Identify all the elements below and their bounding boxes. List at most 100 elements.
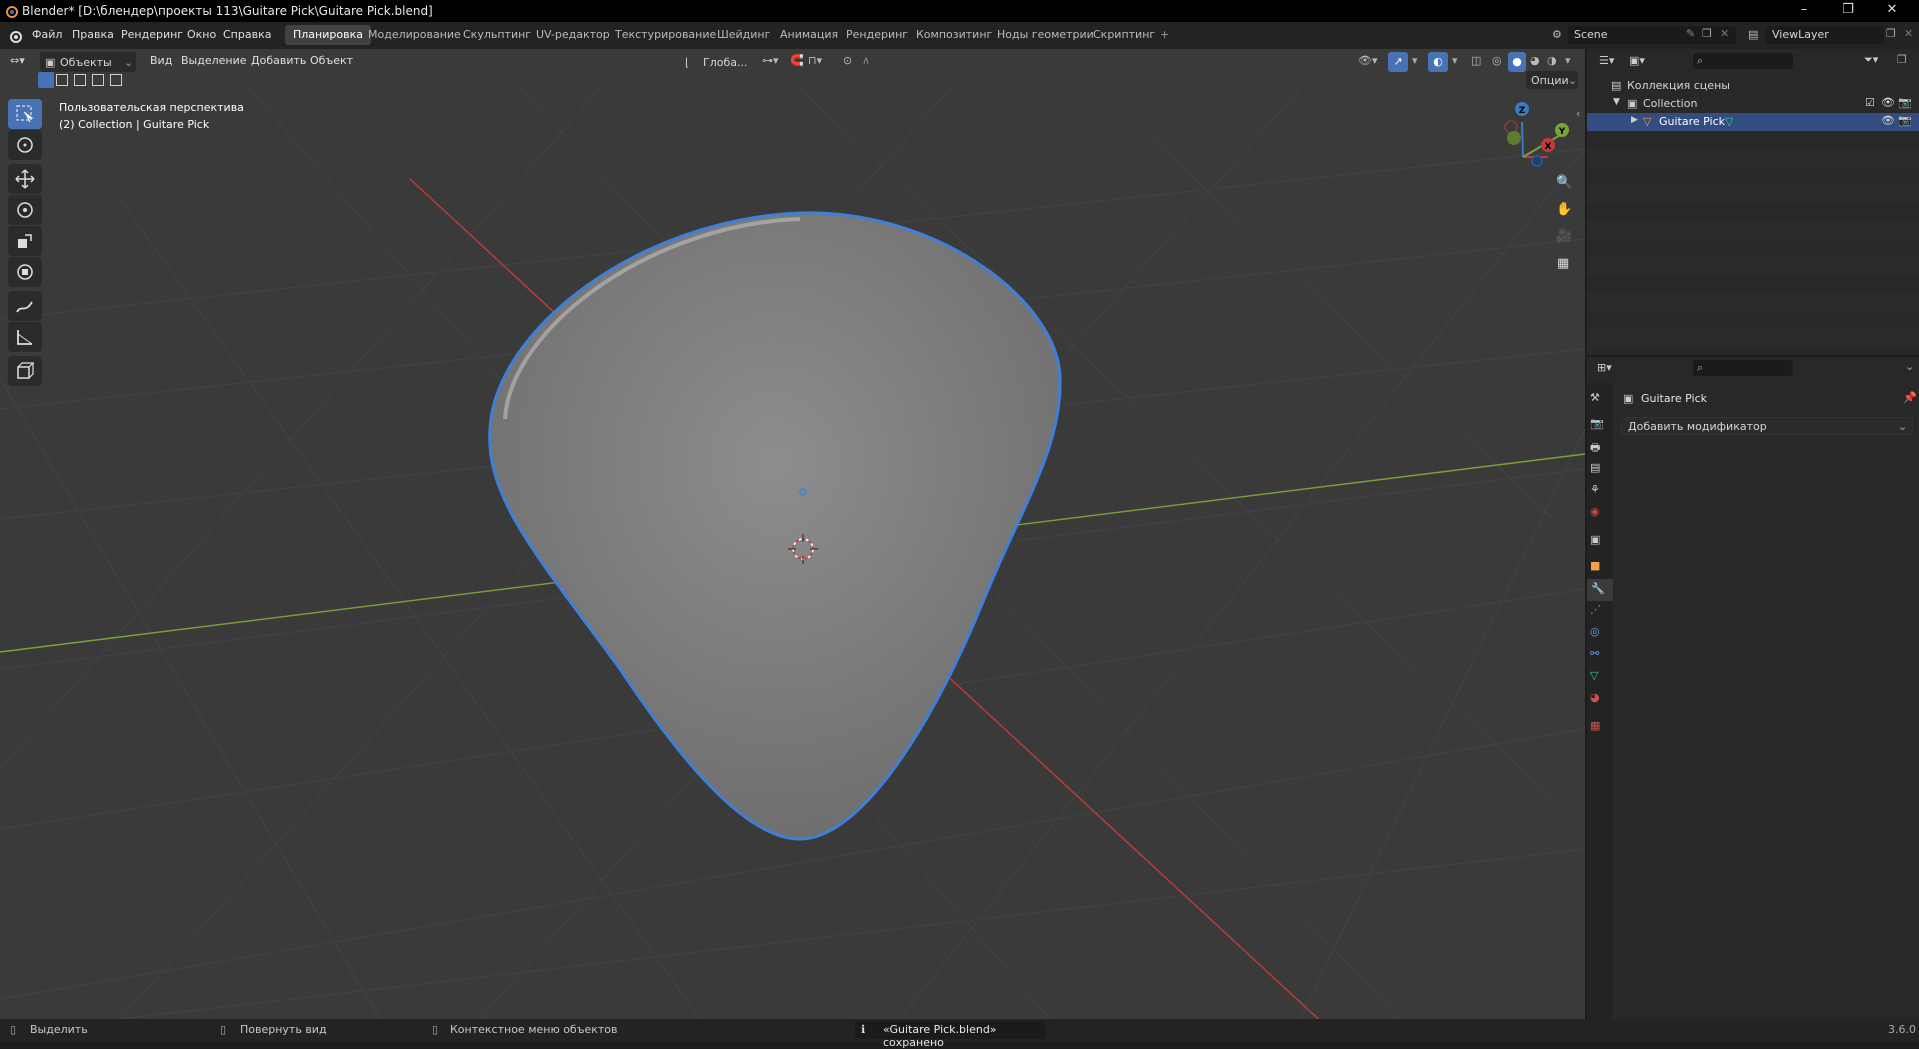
- transform-tool[interactable]: [8, 257, 42, 287]
- tab-compositing[interactable]: Композитинг: [908, 25, 1000, 45]
- zoom-icon[interactable]: 🔍: [1556, 175, 1572, 190]
- measure-tool[interactable]: [8, 322, 42, 352]
- material-shading-icon[interactable]: ◕: [1530, 54, 1540, 67]
- eye-icon[interactable]: 👁: [1881, 114, 1895, 127]
- select-subtract-icon[interactable]: [74, 74, 86, 86]
- physics-tab-icon[interactable]: ◎: [1590, 625, 1610, 645]
- properties-editor-icon[interactable]: ⊞▾: [1597, 361, 1612, 374]
- scene-tab-icon[interactable]: ⚘: [1590, 483, 1610, 503]
- options-dropdown[interactable]: Опции ⌄: [1526, 71, 1578, 89]
- select-box-tool[interactable]: [8, 99, 42, 129]
- properties-search-input[interactable]: ⌕: [1693, 360, 1793, 376]
- minimize-button[interactable]: –: [1790, 2, 1818, 20]
- modifier-tab[interactable]: 🔧: [1587, 579, 1613, 601]
- gizmo-dropdown-icon[interactable]: ▾: [1412, 54, 1418, 67]
- tab-animation[interactable]: Анимация: [772, 25, 846, 45]
- outliner-editor-icon[interactable]: ☰▾: [1599, 54, 1614, 67]
- outliner-row-collection[interactable]: ▼ ▣ Collection ☑ 👁 📷: [1587, 95, 1919, 113]
- delete-scene-icon[interactable]: ✕: [1720, 27, 1729, 40]
- menu-file[interactable]: Файл: [32, 28, 62, 41]
- outliner-row-guitare-pick[interactable]: ▶ ▽ Guitare Pick ▽ 👁 📷: [1587, 113, 1919, 131]
- scene-selector[interactable]: ⚙ Scene ✎ ❐ ✕: [1552, 26, 1736, 44]
- delete-view-layer-icon[interactable]: ✕: [1904, 27, 1913, 40]
- rendered-shading-icon[interactable]: ◑: [1547, 54, 1557, 67]
- shading-dropdown-icon[interactable]: ▾: [1565, 54, 1571, 67]
- collection-tab-icon[interactable]: ▣: [1590, 533, 1610, 553]
- overlays-dropdown-icon[interactable]: ▾: [1452, 54, 1458, 67]
- pin-icon[interactable]: ✎: [1686, 27, 1695, 40]
- particles-tab-icon[interactable]: ⋰: [1590, 603, 1610, 623]
- proportional-edit-icon[interactable]: ⊙: [843, 54, 852, 67]
- transform-orientation-dropdown[interactable]: ⌊ Глоба...: [683, 52, 753, 72]
- menu-render[interactable]: Рендеринг: [121, 28, 183, 41]
- filter-icon[interactable]: ⏷▾: [1864, 53, 1878, 67]
- 3d-viewport[interactable]: X Z Y ⇔▾ ▣ Объекты ⌄ Вид Выделение Добав…: [0, 49, 1585, 1019]
- rotate-tool[interactable]: [8, 195, 42, 225]
- add-modifier-dropdown[interactable]: Добавить модификатор ⌄: [1621, 417, 1913, 435]
- render-camera-icon[interactable]: 📷: [1898, 96, 1912, 109]
- tab-texture-paint[interactable]: Текстурирование: [607, 25, 724, 45]
- scale-tool[interactable]: [8, 226, 42, 256]
- new-scene-icon[interactable]: ❐: [1702, 27, 1712, 40]
- snap-target-icon[interactable]: ⊓▾: [808, 54, 822, 67]
- overlays-toggle-icon[interactable]: ◐: [1428, 52, 1448, 72]
- move-tool[interactable]: [8, 164, 42, 194]
- ortho-grid-icon[interactable]: ▦: [1557, 256, 1569, 271]
- expand-arrow-icon[interactable]: ▼: [1613, 97, 1620, 107]
- tool-tab-icon[interactable]: ⚒: [1590, 391, 1610, 411]
- view-layer-selector[interactable]: ▤ ViewLayer: [1748, 26, 1884, 44]
- constraints-tab-icon[interactable]: ⚯: [1590, 647, 1610, 667]
- add-cube-tool[interactable]: [8, 356, 42, 386]
- tab-rendering[interactable]: Рендеринг: [838, 25, 916, 45]
- menu-help[interactable]: Справка: [223, 28, 271, 41]
- outliner-row-scene-collection[interactable]: ▤ Коллекция сцены: [1587, 77, 1919, 95]
- new-collection-icon[interactable]: ❐: [1897, 53, 1907, 66]
- mode-dropdown[interactable]: ▣ Объекты ⌄: [40, 52, 136, 72]
- eye-icon[interactable]: 👁: [1881, 96, 1895, 109]
- pin-icon[interactable]: 📌: [1903, 391, 1917, 404]
- view-layer-tab-icon[interactable]: ▤: [1590, 461, 1610, 481]
- expand-arrow-icon[interactable]: ▶: [1631, 115, 1638, 125]
- visibility-icon[interactable]: 👁▾: [1358, 54, 1378, 67]
- select-new-icon[interactable]: [38, 72, 54, 88]
- annotate-tool[interactable]: [8, 291, 42, 321]
- mesh-data-icon[interactable]: ▽: [1725, 115, 1733, 128]
- menu-window[interactable]: Окно: [187, 28, 216, 41]
- solid-shading-icon[interactable]: ●: [1508, 52, 1526, 72]
- pivot-point-icon[interactable]: ⊶▾: [762, 54, 779, 67]
- xray-icon[interactable]: ◫: [1471, 54, 1481, 67]
- snap-icon[interactable]: 🧲: [790, 54, 804, 67]
- select-extend-icon[interactable]: [56, 74, 68, 86]
- wireframe-shading-icon[interactable]: ◎: [1492, 54, 1502, 67]
- chevron-down-icon[interactable]: ⌄: [1905, 360, 1914, 373]
- falloff-icon[interactable]: ∧: [862, 54, 870, 67]
- object-tab-icon[interactable]: ■: [1590, 559, 1610, 579]
- tab-sculpting[interactable]: Скульптинг: [455, 25, 539, 45]
- exclude-checkbox-icon[interactable]: ☑: [1865, 96, 1875, 109]
- viewport-scene[interactable]: X Z Y: [0, 49, 1585, 1019]
- data-tab-icon[interactable]: ▽: [1590, 669, 1610, 689]
- cursor-tool[interactable]: [8, 130, 42, 160]
- tab-layout[interactable]: Планировка: [285, 25, 371, 45]
- pan-hand-icon[interactable]: ✋: [1556, 202, 1572, 217]
- blender-menu-icon[interactable]: [8, 29, 22, 43]
- render-camera-icon[interactable]: 📷: [1898, 114, 1912, 127]
- tab-modeling[interactable]: Моделирование: [360, 25, 469, 45]
- display-mode-icon[interactable]: ▣▾: [1629, 54, 1645, 67]
- editor-type-icon[interactable]: ⇔▾: [10, 54, 25, 67]
- viewport-menu-view[interactable]: Вид: [150, 54, 172, 67]
- viewport-menu-object[interactable]: Объект: [310, 54, 353, 67]
- maximize-button[interactable]: ❐: [1834, 2, 1862, 20]
- viewport-menu-add[interactable]: Добавить: [251, 54, 306, 67]
- select-intersect-icon[interactable]: [110, 74, 122, 86]
- tab-shading[interactable]: Шейдинг: [709, 25, 778, 45]
- menu-edit[interactable]: Правка: [72, 28, 114, 41]
- render-tab-icon[interactable]: 📷: [1590, 417, 1610, 437]
- select-invert-icon[interactable]: [92, 74, 104, 86]
- close-button[interactable]: ✕: [1878, 2, 1906, 20]
- new-view-layer-icon[interactable]: ❐: [1886, 27, 1896, 40]
- outliner-search-input[interactable]: ⌕: [1693, 53, 1793, 69]
- output-tab-icon[interactable]: 🖶: [1590, 439, 1610, 459]
- viewport-menu-select[interactable]: Выделение: [181, 54, 247, 67]
- camera-view-icon[interactable]: 🎥: [1556, 229, 1572, 244]
